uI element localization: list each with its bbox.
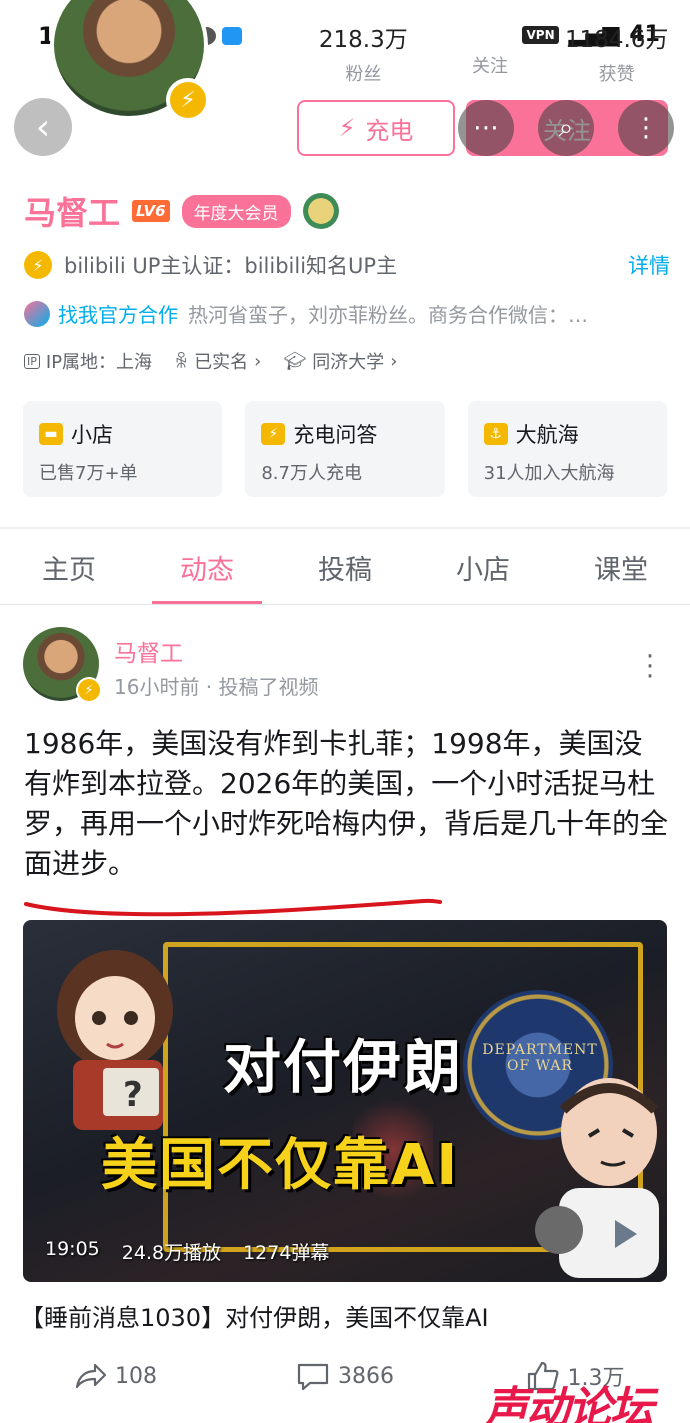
medal-icon[interactable] — [302, 193, 339, 229]
fans-count: 218.3万 — [318, 27, 408, 53]
share-icon — [75, 1363, 107, 1389]
likes-stat[interactable]: 1184.6万 获赞 — [553, 20, 680, 86]
name-row: 马督工 LV6 年度大会员 — [24, 188, 339, 234]
back-button[interactable]: ‹ — [14, 98, 72, 156]
real-name-item[interactable]: ꆜ 已实名 › — [174, 348, 261, 374]
verify-row: ⚡ bilibili UP主认证：bilibili知名UP主 详情 — [24, 250, 670, 280]
charge-label: 充电 — [365, 116, 414, 145]
site-watermark: 声动论坛 — [484, 1383, 654, 1423]
shop-card[interactable]: ▬ 小店 已售7万+单 — [23, 401, 223, 497]
school-item[interactable]: 🎓︎ 同济大学 › — [283, 348, 397, 374]
fans-label: 粉丝 — [345, 64, 382, 85]
message-button[interactable]: ⋯ — [458, 100, 514, 156]
thumbnail-title-line1: 对付伊朗 — [223, 1033, 464, 1101]
thumbnail-title-line2: 美国不仅靠AI — [101, 1133, 460, 1198]
comment-button[interactable]: 3866 — [230, 1360, 460, 1392]
tab-courses[interactable]: 课堂 — [566, 548, 676, 605]
graduation-cap-icon: 🎓︎ — [283, 350, 307, 372]
svg-text:?: ? — [123, 1075, 143, 1115]
comment-count: 3866 — [338, 1363, 394, 1389]
user-name: 马督工 — [24, 194, 121, 232]
chevron-left-icon: ‹ — [35, 106, 51, 148]
red-underline-annotation — [24, 898, 442, 917]
tab-uploads[interactable]: 投稿 — [290, 548, 400, 605]
chevron-right-icon: › — [254, 350, 262, 372]
chat-dots-icon: ⋯ — [473, 113, 499, 143]
ip-icon: IP — [24, 353, 40, 369]
more-vertical-icon: ⋮ — [633, 113, 659, 143]
profile-stats: 218.3万 粉丝 关注 1184.6万 获赞 — [300, 20, 680, 86]
more-button[interactable]: ⋮ — [618, 100, 674, 156]
following-label: 关注 — [472, 56, 508, 77]
post-author-name[interactable]: 马督工 — [114, 634, 183, 668]
ip-location: IP IP属地：上海 — [24, 348, 152, 374]
verified-bolt-icon: ⚡ — [24, 251, 52, 279]
section-divider — [0, 527, 690, 529]
chevron-right-icon: › — [390, 350, 398, 372]
bio-text: 热河省蛮子，刘亦菲粉丝。商务合作微信：… — [188, 303, 588, 327]
ip-location-text: IP属地：上海 — [45, 352, 153, 373]
level-badge: LV6 — [132, 200, 170, 222]
card-subtitle: 31人加入大航海 — [483, 463, 615, 484]
post-more-icon[interactable]: · · · — [640, 644, 660, 690]
likes-label: 获赞 — [598, 64, 635, 85]
video-title[interactable]: 【睡前消息1030】对付伊朗，美国不仅靠AI — [20, 1298, 489, 1333]
anchor-icon: ⚓︎ — [483, 423, 508, 445]
real-name-text: 已实名 — [194, 352, 249, 373]
search-button[interactable]: ⌕ — [538, 100, 594, 156]
charge-badge-icon: ⚡ — [166, 78, 210, 122]
comment-icon — [297, 1363, 329, 1391]
video-views: 24.8万播放 — [121, 1242, 222, 1264]
bolt-icon: ⚡ — [338, 114, 356, 142]
card-title: 充电问答 — [293, 423, 378, 447]
video-danmaku: 1274弹幕 — [243, 1242, 330, 1264]
person-check-icon: ꆜ — [174, 351, 189, 373]
post-time: 16小时前 · 投稿了视频 — [114, 675, 319, 699]
card-subtitle: 已售7万+单 — [39, 463, 138, 484]
cartoon-girl-illustration: ? — [57, 950, 173, 1130]
feature-cards: ▬ 小店 已售7万+单 ⚡ 充电问答 8.7万人充电 ⚓︎ 大航海 31人加入大航海 — [23, 401, 667, 497]
charge-badge-icon: ⚡ — [76, 677, 102, 703]
search-icon: ⌕ — [558, 112, 574, 143]
charge-button[interactable]: ⚡ 充电 — [297, 100, 455, 156]
cartoon-man-illustration — [535, 1078, 659, 1278]
video-thumbnail[interactable]: ? DEPARTMENT OF WAR 对付伊朗 美国不仅靠AI 19:05 2… — [23, 920, 667, 1282]
coop-link[interactable]: 找我官方合作 — [58, 299, 178, 328]
card-title: 小店 — [71, 423, 113, 447]
coop-logo-icon — [24, 300, 50, 327]
video-duration: 19:05 — [45, 1238, 100, 1260]
mail-icon — [222, 27, 242, 45]
bolt-icon: ⚡ — [261, 423, 286, 445]
shop-icon: ▬ — [39, 423, 63, 445]
card-subtitle: 8.7万人充电 — [261, 463, 362, 484]
school-text: 同济大学 — [312, 352, 385, 373]
tab-home[interactable]: 主页 — [14, 548, 124, 605]
share-button[interactable]: 108 — [0, 1360, 230, 1392]
verify-text: bilibili UP主认证：bilibili知名UP主 — [64, 254, 398, 278]
tab-divider — [0, 604, 690, 605]
video-meta: 19:05 24.8万播放 1274弹幕 — [45, 1238, 329, 1265]
tab-dynamics[interactable]: 动态 — [152, 548, 262, 605]
profile-tabs: 主页 动态 投稿 小店 课堂 — [0, 548, 690, 605]
meta-row: IP IP属地：上海 ꆜ 已实名 › 🎓︎ 同济大学 › — [24, 348, 397, 374]
details-link[interactable]: 详情 — [628, 250, 670, 280]
post-text: 1986年，美国没有炸到卡扎菲；1998年，美国没有炸到本拉登。2026年的美国… — [24, 727, 669, 880]
tab-shop[interactable]: 小店 — [428, 548, 538, 605]
voyage-card[interactable]: ⚓︎ 大航海 31人加入大航海 — [467, 401, 667, 497]
fans-stat[interactable]: 218.3万 粉丝 — [300, 20, 427, 86]
charge-qa-card[interactable]: ⚡ 充电问答 8.7万人充电 — [245, 401, 445, 497]
following-stat[interactable]: 关注 — [427, 20, 554, 86]
following-count — [427, 20, 554, 46]
card-title: 大航海 — [515, 423, 579, 447]
share-count: 108 — [115, 1363, 157, 1389]
vip-badge[interactable]: 年度大会员 — [181, 194, 291, 228]
bio-row[interactable]: 找我官方合作 热河省蛮子，刘亦菲粉丝。商务合作微信：… — [24, 299, 670, 328]
likes-count: 1184.6万 — [564, 27, 669, 53]
